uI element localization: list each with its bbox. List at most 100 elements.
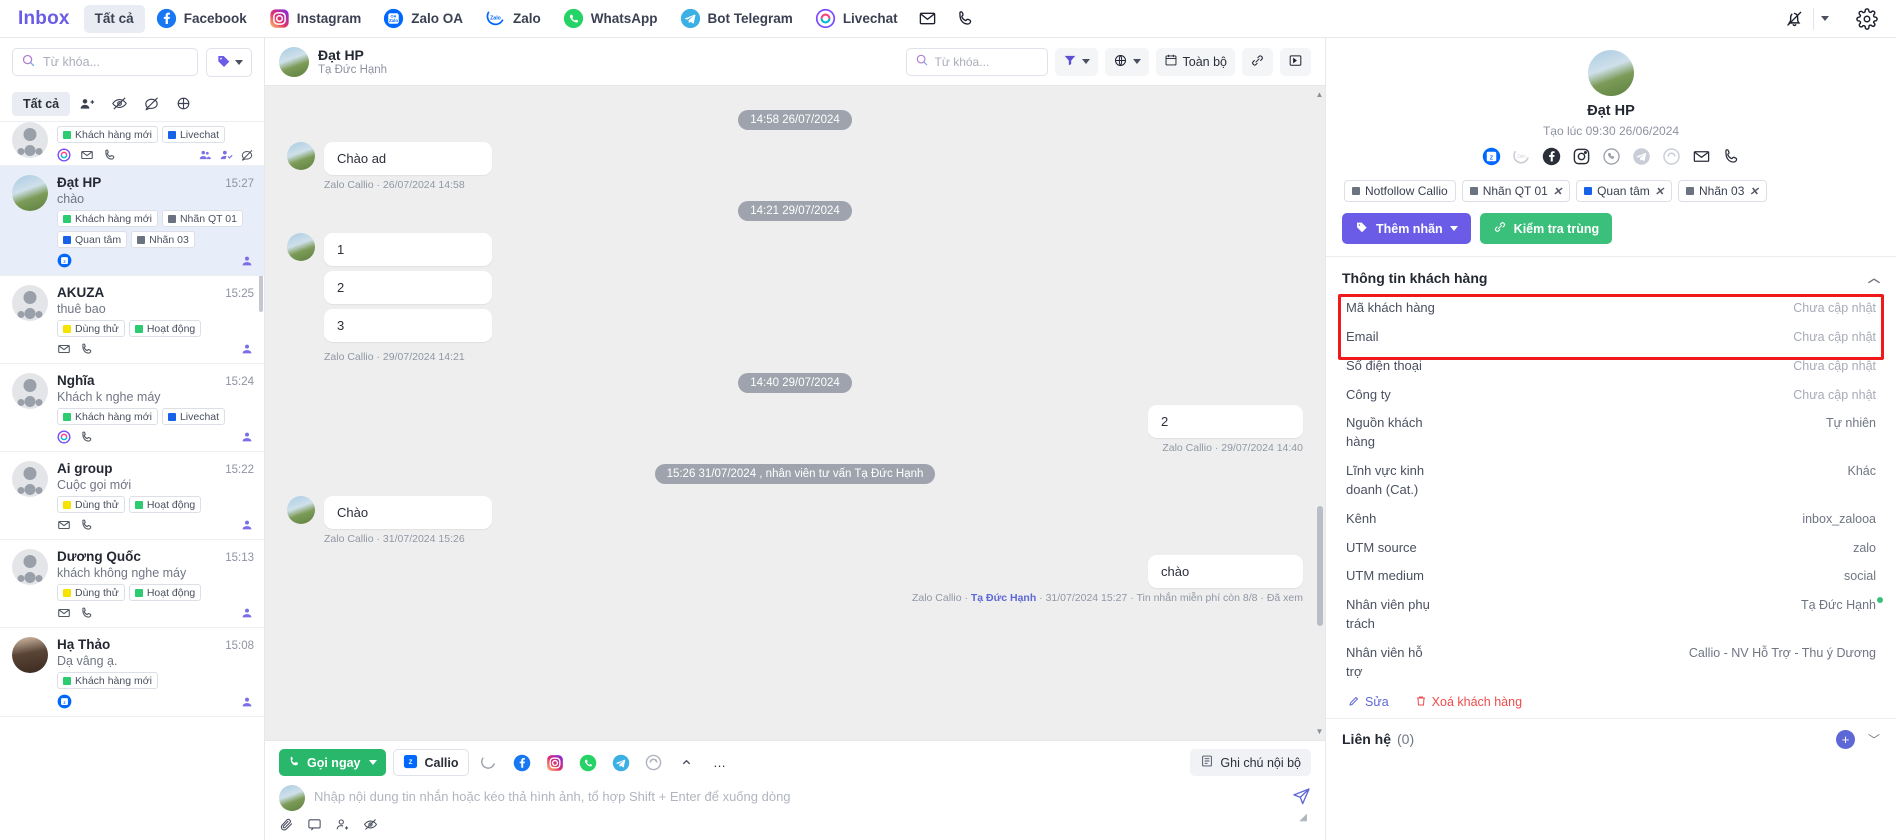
field-row-ma-khach-hang[interactable]: Mã khách hàng Chưa cập nhật: [1342, 294, 1880, 323]
add-tag-button[interactable]: Thêm nhãn: [1342, 213, 1471, 244]
chat-search-box[interactable]: [905, 47, 1048, 76]
send-icon[interactable]: [1292, 785, 1311, 809]
people-icon[interactable]: [198, 148, 212, 162]
chevron-down-icon[interactable]: ﹀: [1868, 731, 1880, 748]
tag-chip-notfollow[interactable]: Notfollow Callio: [1344, 180, 1456, 202]
person-icon[interactable]: [240, 430, 254, 444]
list-item-ha-thao[interactable]: Hạ Thảo 15:08 Dạ vâng ạ. Khách hàng mới …: [0, 628, 264, 717]
mail-icon[interactable]: [57, 342, 71, 356]
phone-icon[interactable]: [80, 430, 94, 444]
mail-icon[interactable]: [57, 606, 71, 620]
tag-chip-quan-tam[interactable]: Quan tâm ✕: [1576, 180, 1672, 202]
chat-channel-filter-button[interactable]: [1104, 47, 1149, 76]
field-row-nhan-vien-phu-trach[interactable]: Nhân viên phụ trách Tạ Đức Hạnh: [1342, 591, 1883, 639]
no-chat-icon[interactable]: [136, 91, 166, 117]
add-contact-icon[interactable]: +: [1835, 729, 1855, 749]
field-row-so-dien-thoai[interactable]: Số điện thoại Chưa cập nhật: [1342, 352, 1880, 381]
gear-icon[interactable]: [1848, 4, 1886, 34]
search-box[interactable]: [12, 48, 198, 76]
phone-icon[interactable]: [80, 518, 94, 532]
add-user-icon[interactable]: [72, 91, 102, 117]
date-range-button[interactable]: Toàn bộ: [1155, 47, 1235, 76]
field-row-nguon-khach-hang[interactable]: Nguồn khách hàng Tự nhiên: [1342, 409, 1880, 457]
phone-icon[interactable]: [947, 4, 985, 34]
zalo-oa-icon[interactable]: Z: [57, 694, 72, 709]
field-row-utm-medium[interactable]: UTM medium social: [1342, 562, 1880, 591]
duplicate-check-button[interactable]: Kiểm tra trùng: [1479, 213, 1613, 244]
livechat-icon[interactable]: [57, 148, 71, 162]
tag-chip-nhan-qt-01[interactable]: Nhãn QT 01 ✕: [1461, 180, 1571, 202]
phone-icon[interactable]: [103, 148, 117, 162]
crosshair-icon[interactable]: [168, 91, 198, 117]
call-now-button[interactable]: Gọi ngay: [279, 749, 387, 776]
channel-tab-zalo-oa[interactable]: OA Zalo Zalo OA: [372, 5, 474, 33]
delete-customer-button[interactable]: Xoá khách hàng: [1415, 695, 1522, 710]
zalo-oa-icon[interactable]: Z: [1482, 147, 1501, 169]
person-check-icon[interactable]: [219, 148, 233, 162]
field-row-nhan-vien-ho-tro[interactable]: Nhân viên hỗ trợ Callio - NV Hỗ Trợ - Th…: [1342, 639, 1880, 687]
channel-tab-zalo[interactable]: Zalo Zalo: [474, 5, 552, 33]
mail-icon[interactable]: [909, 4, 947, 34]
facebook-icon[interactable]: [509, 750, 535, 776]
scroll-down-arrow[interactable]: ▼: [1315, 727, 1324, 736]
field-row-linh-vuc-kinh-doanh[interactable]: Lĩnh vực kinh doanh (Cat.) Khác: [1342, 457, 1880, 505]
remove-tag-icon[interactable]: ✕: [1749, 185, 1758, 198]
livechat-icon[interactable]: [57, 430, 71, 444]
tag-filter-button[interactable]: [206, 47, 252, 77]
chat-filter-button[interactable]: [1054, 47, 1098, 76]
channel-tab-livechat[interactable]: Livechat: [804, 5, 909, 33]
mail-icon[interactable]: [1692, 147, 1711, 169]
bell-off-icon[interactable]: [1775, 4, 1813, 34]
livechat-icon[interactable]: [641, 750, 667, 776]
list-item-ai-group[interactable]: Ai group 15:22 Cuộc gọi mới Dùng thử Hoạ…: [0, 452, 264, 540]
instagram-icon[interactable]: [1572, 147, 1591, 169]
whatsapp-icon[interactable]: [575, 750, 601, 776]
template-icon[interactable]: [307, 817, 322, 832]
field-row-email[interactable]: Email Chưa cập nhật: [1342, 323, 1880, 352]
zalo-icon[interactable]: Zalo: [1512, 147, 1531, 169]
list-item[interactable]: Khách hàng mới Livechat: [0, 122, 264, 166]
scroll-up-arrow[interactable]: ▲: [1315, 90, 1324, 99]
list-item-dat-hp[interactable]: Đạt HP 15:27 chào Khách hàng mới Nhãn QT…: [0, 166, 264, 276]
remove-tag-icon[interactable]: ✕: [1655, 185, 1664, 198]
callio-channel-button[interactable]: Z Callio: [393, 749, 469, 776]
person-icon[interactable]: [240, 695, 254, 709]
chevron-up-icon[interactable]: [674, 750, 700, 776]
tag-chip-nhan-03[interactable]: Nhãn 03 ✕: [1678, 180, 1767, 202]
no-chat-icon[interactable]: [240, 148, 254, 162]
link-button[interactable]: [1242, 47, 1273, 76]
channel-tab-instagram[interactable]: Instagram: [258, 5, 373, 33]
phone-icon[interactable]: [1722, 147, 1741, 169]
channel-tab-whatsapp[interactable]: WhatsApp: [552, 5, 669, 33]
field-row-kenh[interactable]: Kênh inbox_zalooa: [1342, 505, 1880, 534]
remove-tag-icon[interactable]: ✕: [1553, 185, 1562, 198]
phone-icon[interactable]: [80, 606, 94, 620]
attach-icon[interactable]: [279, 817, 294, 832]
message-scrollbar[interactable]: [1317, 506, 1323, 626]
livechat-icon[interactable]: [1662, 147, 1681, 169]
zalo-oa-icon[interactable]: Z: [57, 253, 72, 268]
search-input[interactable]: [43, 55, 189, 69]
edit-customer-button[interactable]: Sửa: [1348, 695, 1389, 710]
chevron-down-icon[interactable]: [1814, 4, 1836, 34]
list-item-nghia[interactable]: Nghĩa 15:24 Khách k nghe máy Khách hàng …: [0, 364, 264, 452]
filter-all-button[interactable]: Tất cả: [12, 91, 71, 116]
mail-icon[interactable]: [57, 518, 71, 532]
chevron-up-icon[interactable]: ︿: [1868, 269, 1880, 286]
whatsapp-icon[interactable]: [1602, 147, 1621, 169]
message-input[interactable]: Nhập nội dung tin nhắn hoặc kéo thả hình…: [314, 785, 1283, 804]
resize-handle[interactable]: ◢: [1299, 812, 1307, 823]
eye-off-icon[interactable]: [104, 91, 134, 117]
instagram-icon[interactable]: [542, 750, 568, 776]
phone-icon[interactable]: [80, 342, 94, 356]
assign-icon[interactable]: [335, 817, 350, 832]
conversation-list[interactable]: Khách hàng mới Livechat Đạt HP 15:27 chà…: [0, 122, 264, 840]
person-icon[interactable]: [240, 606, 254, 620]
person-icon[interactable]: [240, 342, 254, 356]
mail-icon[interactable]: [80, 148, 94, 162]
facebook-icon[interactable]: [1542, 147, 1561, 169]
channel-tab-all[interactable]: Tất cả: [83, 4, 145, 33]
message-list[interactable]: ▲ ▼ 14:58 26/07/2024 Chào ad Zalo Callio…: [265, 86, 1325, 740]
more-icon[interactable]: …: [707, 750, 733, 776]
person-icon[interactable]: [240, 254, 254, 268]
